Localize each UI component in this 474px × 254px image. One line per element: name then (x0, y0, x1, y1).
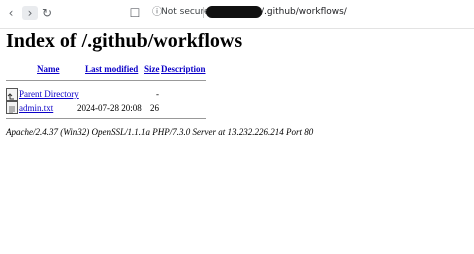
sort-by-size-link[interactable]: Size (144, 64, 160, 75)
parent-directory-size: - (156, 89, 159, 99)
bookmark-icon[interactable]: ☐ (128, 6, 142, 20)
back-icon[interactable]: ‹ (4, 6, 18, 20)
sort-by-last-modified-link[interactable]: Last modified (85, 64, 138, 75)
address-bar-url[interactable]: /.github/workflows/ (261, 7, 347, 17)
forward-icon[interactable]: › (22, 6, 38, 20)
admin-txt-link[interactable]: admin.txt (19, 103, 53, 114)
admin-txt-last-modified: 2024-07-28 20:08 (77, 103, 142, 113)
sort-by-description-link[interactable]: Description (161, 64, 206, 75)
text-file-icon (6, 101, 18, 114)
parent-directory-link[interactable]: Parent Directory (19, 89, 79, 100)
address-divider (203, 7, 204, 18)
footer-divider (6, 118, 206, 119)
redacted-host (206, 6, 262, 18)
browser-toolbar: ‹ › ↻ ☐ ⓘ Not secure /.github/workflows/ (0, 0, 474, 29)
page-title: Index of /.github/workflows (6, 30, 243, 52)
back-folder-icon (6, 88, 18, 101)
header-divider (6, 80, 206, 81)
server-signature: Apache/2.4.37 (Win32) OpenSSL/1.1.1a PHP… (6, 127, 314, 137)
admin-txt-size: 26 (150, 103, 159, 113)
reload-icon[interactable]: ↻ (40, 6, 54, 20)
sort-by-name-link[interactable]: Name (37, 64, 60, 75)
